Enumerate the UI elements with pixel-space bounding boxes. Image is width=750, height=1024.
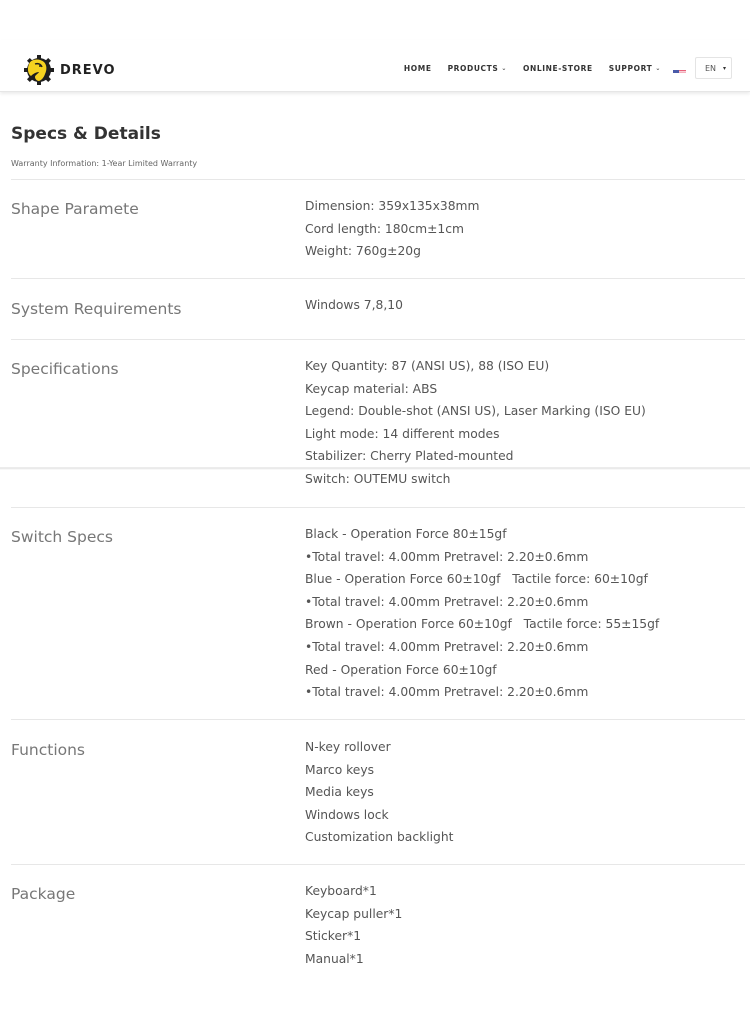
spec-values-shape: Dimension: 359x135x38mm Cord length: 180… [305,195,480,263]
nav-home[interactable]: HOME [404,64,432,73]
spec-values-functions: N-key rollover Marco keys Media keys Win… [305,736,453,849]
drevo-horse-gear-logo-icon [24,55,54,85]
spec-value: Keyboard*1 [305,884,377,898]
scroll-seam-shadow [0,467,750,470]
spec-label-shape: Shape Paramete [11,200,139,218]
us-flag-icon[interactable] [673,64,686,73]
spec-value: •Total travel: 4.00mm Pretravel: 2.20±0.… [305,594,589,609]
divider [11,864,745,865]
spec-value: Cord length: 180cm±1cm [305,221,464,236]
nav-online-store[interactable]: ONLINE-STORE [523,64,593,73]
nav-support-label: SUPPORT [608,63,653,73]
spec-value: Switch: OUTEMU switch [305,471,451,486]
divider [11,339,745,340]
nav-support[interactable]: SUPPORT ⌄ [609,64,661,73]
spec-values-switch-specs: Black - Operation Force 80±15gf •Total t… [305,523,659,704]
spec-value: •Total travel: 4.00mm Pretravel: 2.20±0.… [305,549,589,564]
spec-value: Manual*1 [305,951,364,966]
spec-value: Sticker*1 [305,929,362,944]
spec-value: Windows 7,8,10 [305,298,403,312]
spec-values-system-requirements: Windows 7,8,10 [305,294,403,317]
spec-value: Dimension: 359x135x38mm [305,199,480,213]
spec-label-package: Package [11,885,76,903]
spec-label-functions: Functions [11,741,86,759]
spec-value: Light mode: 14 different modes [305,426,500,441]
spec-label-system-requirements: System Requirements [11,300,182,318]
chevron-down-icon: ⌄ [501,64,507,72]
spec-value: •Total travel: 4.00mm Pretravel: 2.20±0.… [305,685,589,700]
divider [11,719,745,720]
spec-value: Key Quantity: 87 (ANSI US), 88 (ISO EU) [305,359,550,373]
spec-value: Keycap material: ABS [305,381,438,396]
spec-value: •Total travel: 4.00mm Pretravel: 2.20±0.… [305,639,589,654]
spec-value: Stabilizer: Cherry Plated-mounted [305,449,514,464]
site-header: DREVO HOME PRODUCTS ⌄ ONLINE-STORE SUPPO… [0,40,750,92]
nav-home-label: HOME [403,63,432,73]
language-selected: EN [705,63,717,73]
spec-values-specifications: Key Quantity: 87 (ANSI US), 88 (ISO EU) … [305,355,646,491]
spec-value: Marco keys [305,762,375,777]
spec-value: Customization backlight [305,830,454,845]
nav-online-store-label: ONLINE-STORE [523,63,593,73]
spec-value: N-key rollover [305,740,391,754]
spec-value: Media keys [305,785,374,800]
language-select[interactable]: EN ▾ [695,57,732,79]
brand-name: DREVO [60,62,116,78]
brand-logo-link[interactable]: DREVO [23,54,116,86]
divider [11,507,745,508]
nav-products[interactable]: PRODUCTS ⌄ [448,64,507,73]
caret-down-icon: ▾ [722,64,726,72]
spec-value: Legend: Double-shot (ANSI US), Laser Mar… [305,404,646,419]
spec-value: Weight: 760g±20g [305,244,421,259]
nav-products-label: PRODUCTS [447,63,499,73]
spec-label-specifications: Specifications [11,360,119,378]
section-title: Specs & Details [11,124,161,144]
spec-label-switch-specs: Switch Specs [11,528,113,546]
spec-value: Black - Operation Force 80±15gf [305,527,507,541]
spec-value: Windows lock [305,807,389,822]
spec-value: Keycap puller*1 [305,906,403,921]
spec-value: Brown - Operation Force 60±10gf Tactile … [305,617,660,632]
spec-values-package: Keyboard*1 Keycap puller*1 Sticker*1 Man… [305,880,402,970]
spec-value: Red - Operation Force 60±10gf [305,662,497,677]
divider [11,179,745,180]
main-nav: HOME PRODUCTS ⌄ ONLINE-STORE SUPPORT ⌄ E… [404,57,732,79]
spec-value: Blue - Operation Force 60±10gf Tactile f… [305,572,648,587]
divider [11,278,745,279]
warranty-info: Warranty Information: 1-Year Limited War… [11,159,198,168]
chevron-down-icon: ⌄ [655,64,661,72]
